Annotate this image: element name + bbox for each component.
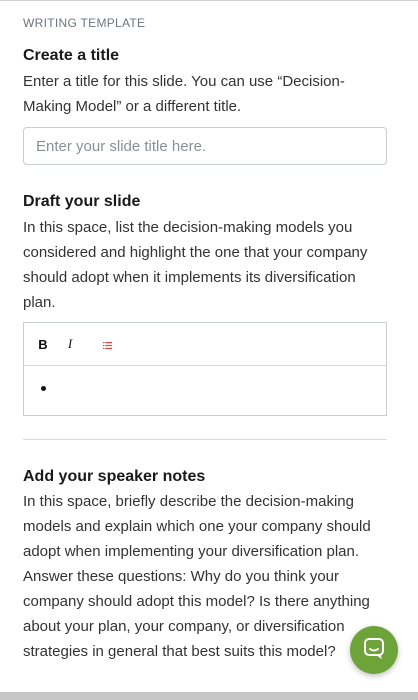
writing-template-panel: WRITING TEMPLATE Create a title Enter a … [0, 0, 418, 700]
editor-toolbar: B I [24, 323, 386, 366]
list-bullet [41, 386, 46, 391]
notes-section-heading: Add your speaker notes [23, 468, 206, 485]
title-section-description: Enter a title for this slide. You can us… [23, 73, 345, 115]
notes-section-description: In this space, briefly describe the deci… [23, 493, 371, 660]
bulleted-list-button[interactable] [90, 329, 124, 359]
italic-button[interactable]: I [50, 329, 90, 359]
slide-title-input[interactable] [23, 127, 387, 165]
title-section-heading: Create a title [23, 47, 120, 64]
draft-section-heading: Draft your slide [23, 193, 141, 210]
chat-launcher-button[interactable] [350, 626, 398, 674]
editor-text-area[interactable] [24, 366, 386, 416]
section-label: WRITING TEMPLATE [23, 16, 146, 30]
section-divider [23, 439, 387, 440]
slide-draft-editor: B I [23, 322, 387, 416]
bottom-scrollbar-strip [0, 692, 418, 700]
chat-bubble-icon [363, 637, 385, 664]
bulleted-list-icon [102, 337, 112, 352]
bold-button[interactable]: B [36, 329, 50, 359]
draft-section-description: In this space, list the decision-making … [23, 219, 368, 311]
